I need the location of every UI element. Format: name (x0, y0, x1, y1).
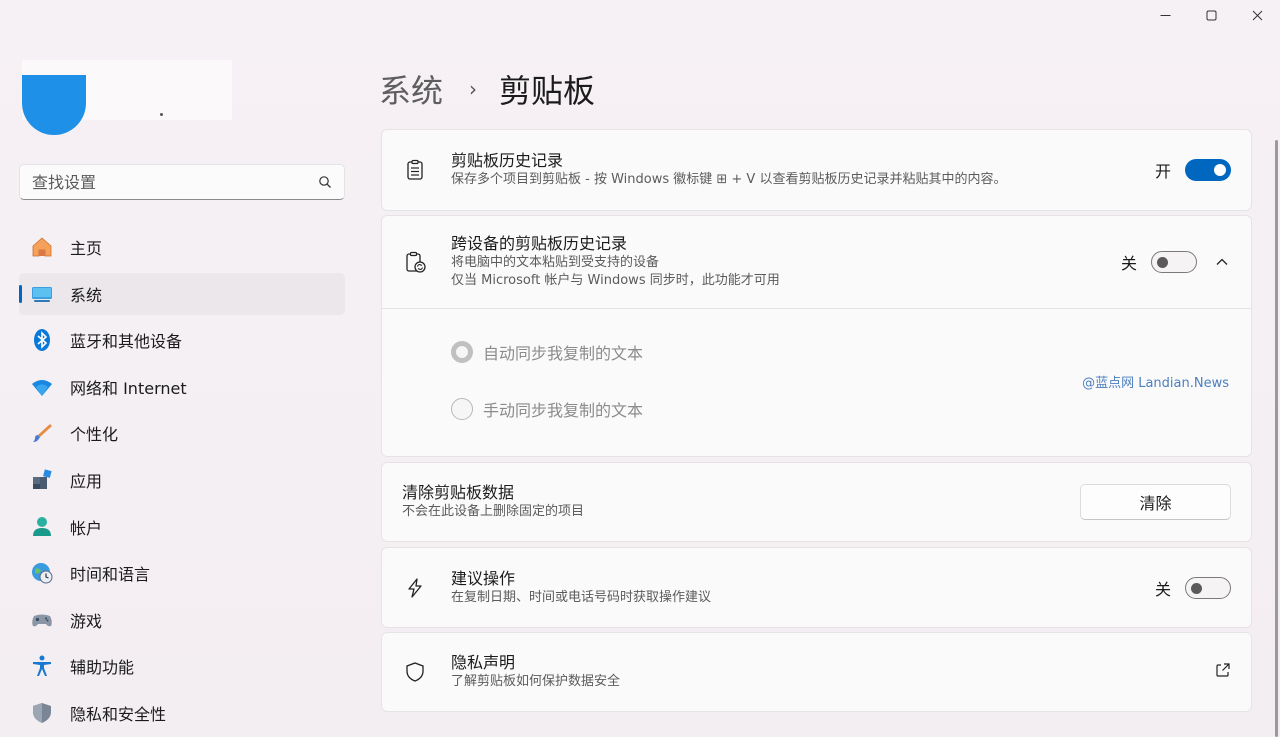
radio-auto-sync-label: 自动同步我复制的文本 (483, 344, 644, 363)
account-name-fragment (160, 113, 163, 116)
clipboard-history-subtitle: 保存多个项目到剪贴板 - 按 Windows 徽标键 ⊞ + V 以查看剪贴板历… (451, 172, 1007, 187)
close-icon (1252, 10, 1262, 20)
breadcrumb: 系统 › 剪贴板 (379, 66, 595, 112)
clear-data-title: 清除剪贴板数据 (402, 483, 515, 502)
sidebar-item-network[interactable]: 网络和 Internet (19, 366, 345, 408)
shield-outline-icon (402, 659, 428, 685)
sidebar-item-label: 个性化 (70, 425, 119, 445)
sidebar: 主页 系统 蓝牙和其他设备 网络和 Internet 个性化 (0, 0, 360, 737)
breadcrumb-separator: › (469, 77, 478, 101)
clipboard-history-title: 剪贴板历史记录 (451, 151, 564, 170)
globe-clock-icon (29, 560, 55, 586)
privacy-title: 隐私声明 (451, 653, 516, 672)
breadcrumb-parent[interactable]: 系统 (379, 66, 443, 112)
sidebar-item-label: 时间和语言 (70, 565, 151, 585)
lightning-icon (402, 575, 428, 601)
clipboard-sync-icon (402, 249, 428, 275)
search-box[interactable] (19, 164, 345, 200)
sidebar-item-accessibility[interactable]: 辅助功能 (19, 645, 345, 687)
maximize-icon (1206, 10, 1216, 20)
search-icon[interactable] (318, 175, 332, 189)
wifi-icon (29, 374, 55, 400)
cross-device-subtitle-1: 将电脑中的文本粘贴到受支持的设备 (451, 255, 660, 270)
brush-icon (29, 420, 55, 446)
avatar[interactable] (22, 75, 86, 135)
minimize-button[interactable] (1142, 0, 1188, 30)
scrollbar[interactable] (1275, 140, 1278, 737)
sidebar-item-label: 主页 (70, 239, 103, 258)
cross-device-toggle[interactable] (1151, 251, 1197, 273)
sidebar-item-personalization[interactable]: 个性化 (19, 412, 345, 454)
bluetooth-icon (29, 327, 55, 353)
radio-auto-sync-circle[interactable] (451, 341, 473, 363)
privacy-card[interactable]: 隐私声明 了解剪贴板如何保护数据安全 (381, 632, 1252, 712)
sidebar-item-label: 网络和 Internet (70, 378, 187, 398)
radio-manual-sync-label: 手动同步我复制的文本 (483, 401, 644, 420)
window-controls (1142, 0, 1280, 30)
suggested-actions-state: 关 (1154, 579, 1171, 599)
suggested-actions-toggle[interactable] (1185, 576, 1231, 599)
page-title: 剪贴板 (499, 72, 596, 110)
maximize-button[interactable] (1188, 0, 1234, 30)
apps-icon (29, 467, 55, 493)
clipboard-list-icon (402, 157, 428, 183)
sidebar-item-system[interactable]: 系统 (19, 272, 345, 315)
watermark: @蓝点网 Landian.News (1082, 376, 1229, 391)
suggested-actions-subtitle: 在复制日期、时间或电话号码时获取操作建议 (451, 589, 712, 605)
sidebar-item-label: 隐私和安全性 (70, 704, 167, 724)
clear-data-subtitle: 不会在此设备上删除固定的项目 (402, 504, 585, 519)
cross-device-card[interactable]: 跨设备的剪贴板历史记录 将电脑中的文本粘贴到受支持的设备 仅当 Microsof… (381, 215, 1252, 309)
sidebar-item-gaming[interactable]: 游戏 (19, 599, 345, 641)
sidebar-item-privacy[interactable]: 隐私和安全性 (19, 692, 345, 734)
radio-auto-sync[interactable]: 自动同步我复制的文本 (451, 340, 643, 364)
nav-list: 主页 系统 蓝牙和其他设备 网络和 Internet 个性化 应用 帐户 时间和… (19, 226, 345, 737)
cross-device-subtitle-2: 仅当 Microsoft 帐户与 Windows 同步时，此功能才可用 (451, 273, 780, 288)
sidebar-item-label: 辅助功能 (70, 658, 135, 678)
chevron-up-icon[interactable] (1215, 254, 1231, 270)
sidebar-item-home[interactable]: 主页 (19, 226, 345, 268)
close-button[interactable] (1234, 0, 1280, 30)
accessibility-icon (29, 653, 55, 679)
radio-manual-sync[interactable]: 手动同步我复制的文本 (451, 397, 643, 421)
cross-device-state: 关 (1120, 254, 1137, 273)
home-icon (29, 234, 55, 260)
external-link-icon[interactable] (1215, 662, 1231, 682)
sidebar-item-time-language[interactable]: 时间和语言 (19, 552, 345, 594)
search-input[interactable] (32, 172, 318, 192)
account-icon (29, 514, 55, 540)
clear-data-card: 清除剪贴板数据 不会在此设备上删除固定的项目 清除 (381, 462, 1252, 542)
sidebar-item-apps[interactable]: 应用 (19, 459, 345, 501)
clipboard-history-toggle[interactable] (1185, 159, 1231, 181)
monitor-icon (29, 281, 55, 307)
sidebar-item-label: 系统 (70, 285, 103, 305)
gamepad-icon (29, 607, 55, 633)
clipboard-history-card: 剪贴板历史记录 保存多个项目到剪贴板 - 按 Windows 徽标键 ⊞ + V… (381, 129, 1252, 211)
suggested-actions-title: 建议操作 (451, 568, 516, 588)
sidebar-item-label: 游戏 (70, 611, 103, 631)
sidebar-item-label: 帐户 (70, 518, 103, 538)
sidebar-item-label: 蓝牙和其他设备 (70, 332, 183, 352)
sidebar-item-bluetooth[interactable]: 蓝牙和其他设备 (19, 319, 345, 361)
sidebar-item-label: 应用 (70, 471, 103, 491)
cross-device-title: 跨设备的剪贴板历史记录 (451, 234, 628, 253)
cross-device-options: 自动同步我复制的文本 手动同步我复制的文本 @蓝点网 Landian.News (381, 309, 1252, 457)
clipboard-history-state: 开 (1154, 162, 1171, 181)
sidebar-item-accounts[interactable]: 帐户 (19, 506, 345, 548)
privacy-subtitle: 了解剪贴板如何保护数据安全 (451, 674, 621, 689)
clear-button[interactable]: 清除 (1080, 484, 1231, 520)
radio-manual-sync-circle[interactable] (451, 398, 473, 420)
suggested-actions-card: 建议操作 在复制日期、时间或电话号码时获取操作建议 关 (381, 547, 1252, 628)
minimize-icon (1160, 14, 1170, 16)
shield-icon (29, 700, 55, 726)
